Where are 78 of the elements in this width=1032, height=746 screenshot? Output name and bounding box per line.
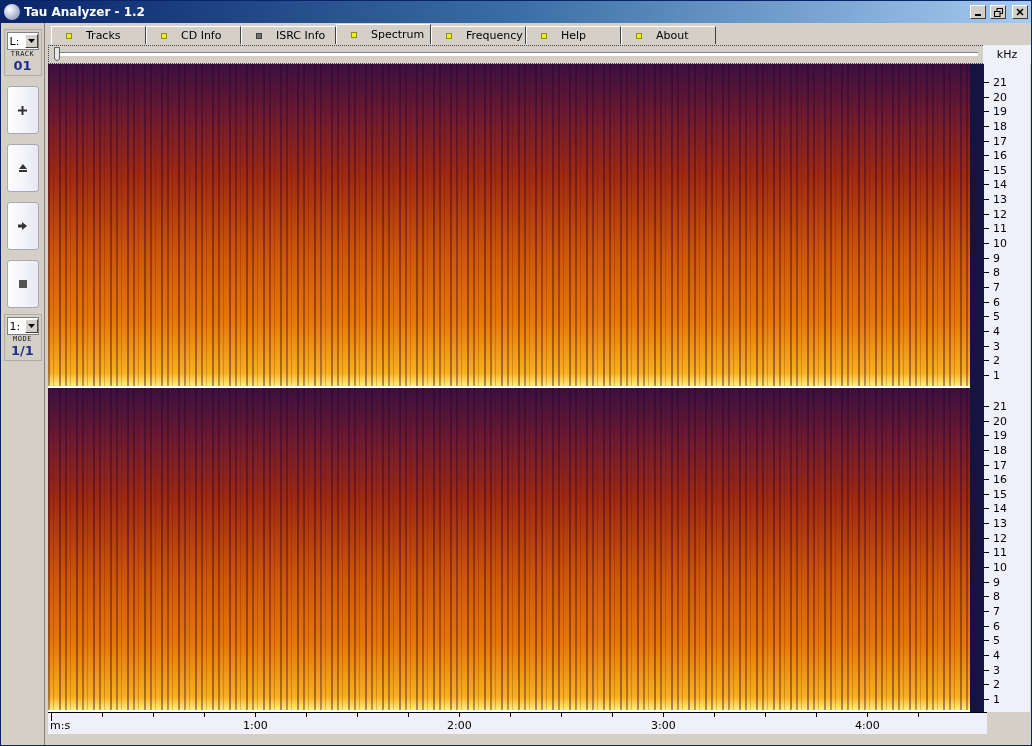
tab[interactable]: Tracks — [51, 26, 146, 44]
frequency-tick-label: 3 — [984, 339, 1030, 353]
frequency-tick-label: 7 — [984, 280, 1030, 294]
frequency-tick-label: 17 — [984, 134, 1030, 148]
tab[interactable]: CD Info — [146, 26, 241, 44]
time-tick-label: 4:00 — [855, 719, 880, 732]
frequency-tick-label: 2 — [984, 678, 1030, 692]
time-tick-label: 2:00 — [447, 719, 472, 732]
frequency-tick-label: 13 — [984, 517, 1030, 531]
minimize-button[interactable] — [970, 5, 986, 19]
plus-icon — [18, 105, 27, 115]
frequency-tick-label: 16 — [984, 149, 1030, 163]
position-slider[interactable] — [55, 47, 978, 62]
window-title: Tau Analyzer - 1.2 — [24, 5, 146, 19]
time-unit: m:s — [50, 719, 71, 732]
frequency-tick-label: 15 — [984, 163, 1030, 177]
frequency-tick-label: 9 — [984, 251, 1030, 265]
frequency-tick-label: 6 — [984, 295, 1030, 309]
tab[interactable]: About — [621, 26, 716, 44]
frequency-tick-label: 19 — [984, 429, 1030, 443]
frequency-tick-label: 19 — [984, 105, 1030, 119]
eject-button[interactable] — [6, 144, 39, 192]
slider-thumb[interactable] — [54, 47, 60, 61]
frequency-tick-label: 13 — [984, 193, 1030, 207]
frequency-tick-label: 1 — [984, 692, 1030, 706]
tab[interactable]: Help — [526, 26, 621, 44]
stop-icon — [18, 280, 27, 288]
frequency-tick-label: 20 — [984, 90, 1030, 104]
frequency-tick-label: 6 — [984, 619, 1030, 633]
mode-select[interactable]: 1: — [6, 317, 39, 335]
frequency-unit: kHz — [983, 45, 1031, 64]
frequency-tick-label: 18 — [984, 443, 1030, 457]
frequency-tick-label: 12 — [984, 531, 1030, 545]
frequency-tick-label: 14 — [984, 502, 1030, 516]
close-icon — [1016, 8, 1024, 16]
arrow-right-icon — [18, 222, 27, 230]
frequency-tick-label: 4 — [984, 648, 1030, 662]
frequency-tick-label: 2 — [984, 354, 1030, 368]
restore-icon — [993, 7, 1003, 17]
restore-button[interactable] — [990, 5, 1006, 19]
dropdown-arrow-icon — [27, 324, 35, 328]
frequency-tick-label: 11 — [984, 546, 1030, 560]
frequency-tick-label: 10 — [984, 561, 1030, 575]
frequency-tick-label: 11 — [984, 222, 1030, 236]
frequency-tick-label: 8 — [984, 590, 1030, 604]
frequency-tick-label: 4 — [984, 324, 1030, 338]
frequency-tick-label: 1 — [984, 368, 1030, 382]
tab[interactable]: ISRC Info — [241, 26, 336, 44]
frequency-tick-label: 9 — [984, 575, 1030, 589]
frequency-tick-label: 10 — [984, 237, 1030, 251]
frequency-tick-label: 8 — [984, 266, 1030, 280]
frequency-tick-label: 12 — [984, 207, 1030, 221]
eject-icon — [18, 164, 27, 172]
time-tick-label: 1:00 — [243, 719, 268, 732]
frequency-tick-label: 21 — [984, 400, 1030, 413]
frequency-tick-label: 18 — [984, 119, 1030, 133]
tab[interactable]: Spectrum — [336, 24, 431, 44]
drive-select[interactable]: L: — [6, 32, 39, 50]
play-button[interactable] — [6, 202, 39, 250]
stop-button[interactable] — [6, 260, 39, 308]
frequency-tick-label: 21 — [984, 76, 1030, 89]
frequency-tick-label: 15 — [984, 487, 1030, 501]
track-number: 01 — [13, 58, 32, 73]
dropdown-arrow-icon — [27, 39, 35, 43]
close-button[interactable] — [1012, 5, 1028, 19]
frequency-tick-label: 5 — [984, 634, 1030, 648]
tab[interactable]: Frequency — [431, 26, 526, 44]
frequency-tick-label: 3 — [984, 663, 1030, 677]
add-button[interactable] — [6, 86, 39, 134]
app-icon — [4, 4, 20, 20]
frequency-tick-label: 20 — [984, 414, 1030, 428]
time-tick-label: 3:00 — [651, 719, 676, 732]
frequency-tick-label: 17 — [984, 458, 1030, 472]
frequency-tick-label: 14 — [984, 178, 1030, 192]
frequency-tick-label: 5 — [984, 310, 1030, 324]
mode-value: 1/1 — [11, 343, 34, 358]
frequency-tick-label: 16 — [984, 473, 1030, 487]
frequency-tick-label: 7 — [984, 604, 1030, 618]
